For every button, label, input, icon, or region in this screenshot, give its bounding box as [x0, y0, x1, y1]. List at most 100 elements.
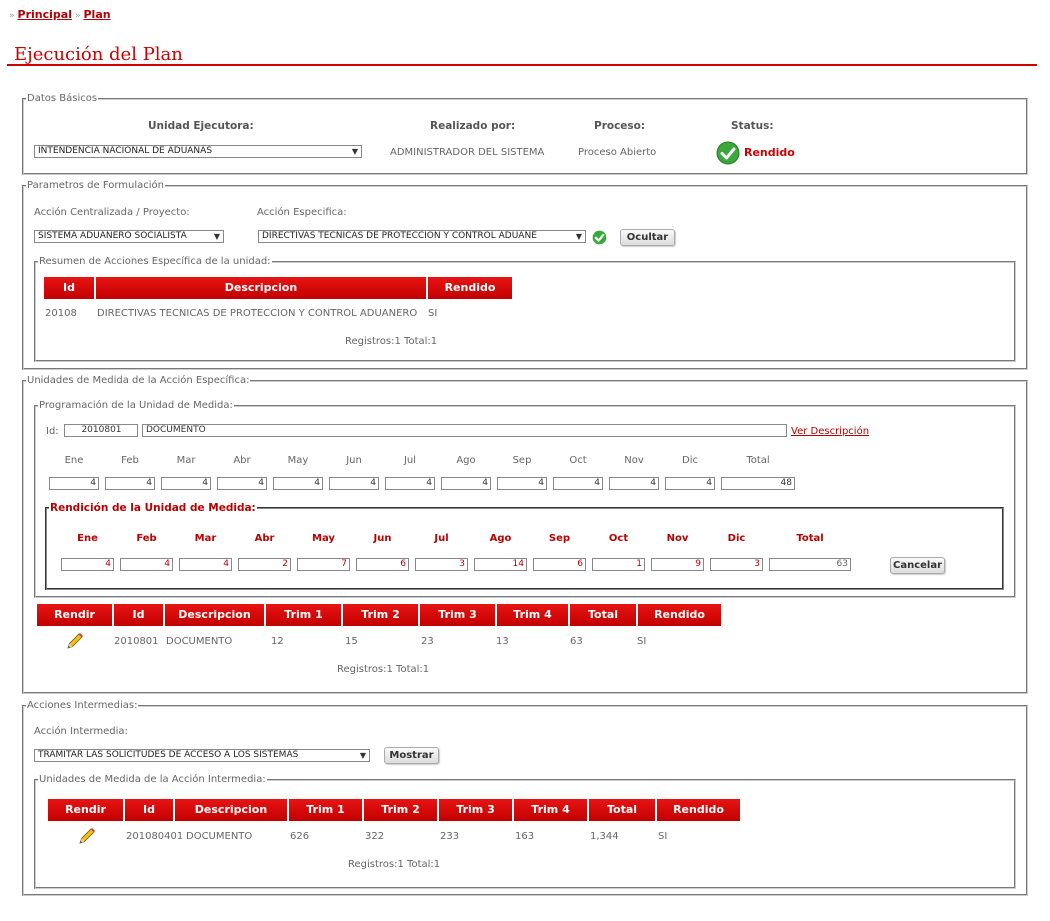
- ocultar-button[interactable]: Ocultar: [620, 229, 675, 246]
- resumen-legend: Resumen de Acciones Específica de la uni…: [39, 256, 271, 267]
- column-header-descripcion: Descripcion: [96, 277, 428, 299]
- datos-basicos-legend: Datos Básicos: [27, 93, 98, 104]
- column-header-trim-4: Trim 4: [497, 604, 570, 626]
- unidad-ejecutora-select[interactable]: INTENDENCIA NACIONAL DE ADUANAS ▼: [34, 145, 362, 158]
- intermedia-unidades-legend: Unidades de Medida de la Acción Intermed…: [39, 774, 266, 785]
- rend-month-header: Oct: [608, 533, 629, 544]
- dropdown-arrow-icon: ▼: [213, 232, 220, 241]
- rend-total-field[interactable]: 63: [769, 558, 851, 571]
- dropdown-arrow-icon: ▼: [575, 232, 582, 241]
- breadcrumb-home-link[interactable]: Principal: [18, 8, 72, 21]
- prog-total-field[interactable]: 48: [721, 477, 795, 490]
- rend-month-header: Feb: [136, 533, 157, 544]
- column-header-total: Total: [570, 604, 638, 626]
- prog-month-field[interactable]: 4: [553, 477, 603, 490]
- proceso-label: Proceso:: [594, 120, 646, 132]
- table-cell-trim-2: 15: [345, 636, 358, 647]
- rend-month-field[interactable]: 2: [238, 558, 291, 571]
- accion-centralizada-select[interactable]: SISTEMA ADUANERO SOCIALISTA ▼: [34, 230, 224, 243]
- prog-month-header: Mar: [176, 455, 196, 466]
- rend-month-field[interactable]: 7: [297, 558, 350, 571]
- table-cell-trim-3: 23: [421, 636, 434, 647]
- prog-month-field[interactable]: 4: [609, 477, 659, 490]
- rend-month-header: Dic: [727, 533, 746, 544]
- rend-month-header: Sep: [548, 533, 571, 544]
- prog-month-field[interactable]: 4: [161, 477, 211, 490]
- status-value: Rendido: [744, 146, 795, 159]
- id-field[interactable]: 2010801: [64, 424, 138, 437]
- prog-month-field[interactable]: 4: [665, 477, 715, 490]
- table-cell-trim-4: 13: [496, 636, 509, 647]
- prog-month-field[interactable]: 4: [273, 477, 323, 490]
- unidades-legend: Unidades de Medida de la Acción Específi…: [27, 375, 250, 386]
- rend-month-field[interactable]: 6: [356, 558, 409, 571]
- rend-month-header: Ene: [77, 533, 98, 544]
- status-label: Status:: [731, 120, 774, 132]
- column-header-rendir: Rendir: [48, 799, 125, 821]
- prog-month-field[interactable]: 4: [105, 477, 155, 490]
- prog-month-header: Abr: [233, 455, 251, 466]
- rend-month-header: Jun: [373, 533, 392, 544]
- rend-month-header: Nov: [666, 533, 689, 544]
- rend-total-header: Total: [796, 533, 824, 544]
- prog-month-field[interactable]: 4: [217, 477, 267, 490]
- unidades-footer: Registros:1 Total:1: [337, 664, 430, 675]
- accion-centralizada-label: Acción Centralizada / Proyecto:: [34, 207, 190, 218]
- table-cell-total: 1,344: [590, 831, 619, 842]
- realizado-por-label: Realizado por:: [430, 120, 516, 132]
- descripcion-field[interactable]: DOCUMENTO: [142, 424, 787, 437]
- rendicion-fieldset: Rendición de la Unidad de Medida:: [45, 502, 1004, 590]
- rend-month-header: Abr: [254, 533, 275, 544]
- id-label: Id:: [46, 426, 59, 437]
- resumen-footer: Registros:1 Total:1: [345, 336, 438, 347]
- prog-month-field[interactable]: 4: [385, 477, 435, 490]
- rend-month-field[interactable]: 3: [415, 558, 468, 571]
- edit-pencil-icon[interactable]: [65, 631, 85, 651]
- table-cell-id: 20108: [45, 308, 77, 319]
- prog-total-header: Total: [746, 455, 770, 466]
- accion-intermedia-label: Acción Intermedia:: [34, 726, 128, 737]
- rend-month-field[interactable]: 3: [710, 558, 763, 571]
- rend-month-header: Mar: [194, 533, 217, 544]
- column-header-trim-3: Trim 3: [439, 799, 514, 821]
- table-cell-trim-2: 322: [365, 831, 385, 842]
- prog-month-field[interactable]: 4: [441, 477, 491, 490]
- prog-month-field[interactable]: 4: [497, 477, 547, 490]
- column-header-descripcion: Descripcion: [175, 799, 289, 821]
- accion-especifica-value: DIRECTIVAS TECNICAS DE PROTECCION Y CONT…: [262, 231, 537, 241]
- table-cell-total: 63: [570, 636, 583, 647]
- cancelar-button[interactable]: Cancelar: [890, 557, 945, 574]
- column-header-total: Total: [589, 799, 657, 821]
- mostrar-button[interactable]: Mostrar: [384, 747, 439, 764]
- column-header-descripcion: Descripcion: [165, 604, 266, 626]
- rend-month-field[interactable]: 4: [120, 558, 173, 571]
- prog-month-field[interactable]: 4: [49, 477, 99, 490]
- unidad-ejecutora-label: Unidad Ejecutora:: [148, 120, 254, 132]
- rend-month-field[interactable]: 9: [651, 558, 704, 571]
- breadcrumb-plan-link[interactable]: Plan: [83, 8, 110, 21]
- rend-month-field[interactable]: 1: [592, 558, 645, 571]
- rend-month-field[interactable]: 6: [533, 558, 586, 571]
- table-cell-rendido: SI: [428, 308, 438, 319]
- prog-month-header: Sep: [512, 455, 532, 466]
- table-cell-trim-1: 626: [290, 831, 310, 842]
- check-icon: [592, 230, 607, 245]
- column-header-trim-3: Trim 3: [420, 604, 497, 626]
- rend-month-field[interactable]: 4: [179, 558, 232, 571]
- table-cell-descripcion: DOCUMENTO: [186, 831, 253, 842]
- rend-month-field[interactable]: 4: [61, 558, 114, 571]
- table-cell-rendido: SI: [658, 831, 668, 842]
- dropdown-arrow-icon: ▼: [351, 147, 358, 156]
- ver-descripcion-link[interactable]: Ver Descripción: [791, 426, 869, 437]
- rend-month-field[interactable]: 14: [474, 558, 527, 571]
- column-header-trim-2: Trim 2: [364, 799, 439, 821]
- accion-centralizada-value: SISTEMA ADUANERO SOCIALISTA: [38, 231, 187, 241]
- accion-intermedia-select[interactable]: TRAMITAR LAS SOLICITUDES DE ACCESO A LOS…: [34, 749, 370, 762]
- edit-pencil-icon[interactable]: [77, 826, 97, 846]
- accion-especifica-select[interactable]: DIRECTIVAS TECNICAS DE PROTECCION Y CONT…: [258, 230, 586, 243]
- table-cell-rendido: SI: [637, 636, 647, 647]
- rend-month-header: Jul: [434, 533, 449, 544]
- table-cell-id: 2010801: [114, 636, 159, 647]
- prog-month-field[interactable]: 4: [329, 477, 379, 490]
- realizado-por-value: ADMINISTRADOR DEL SISTEMA: [390, 147, 545, 158]
